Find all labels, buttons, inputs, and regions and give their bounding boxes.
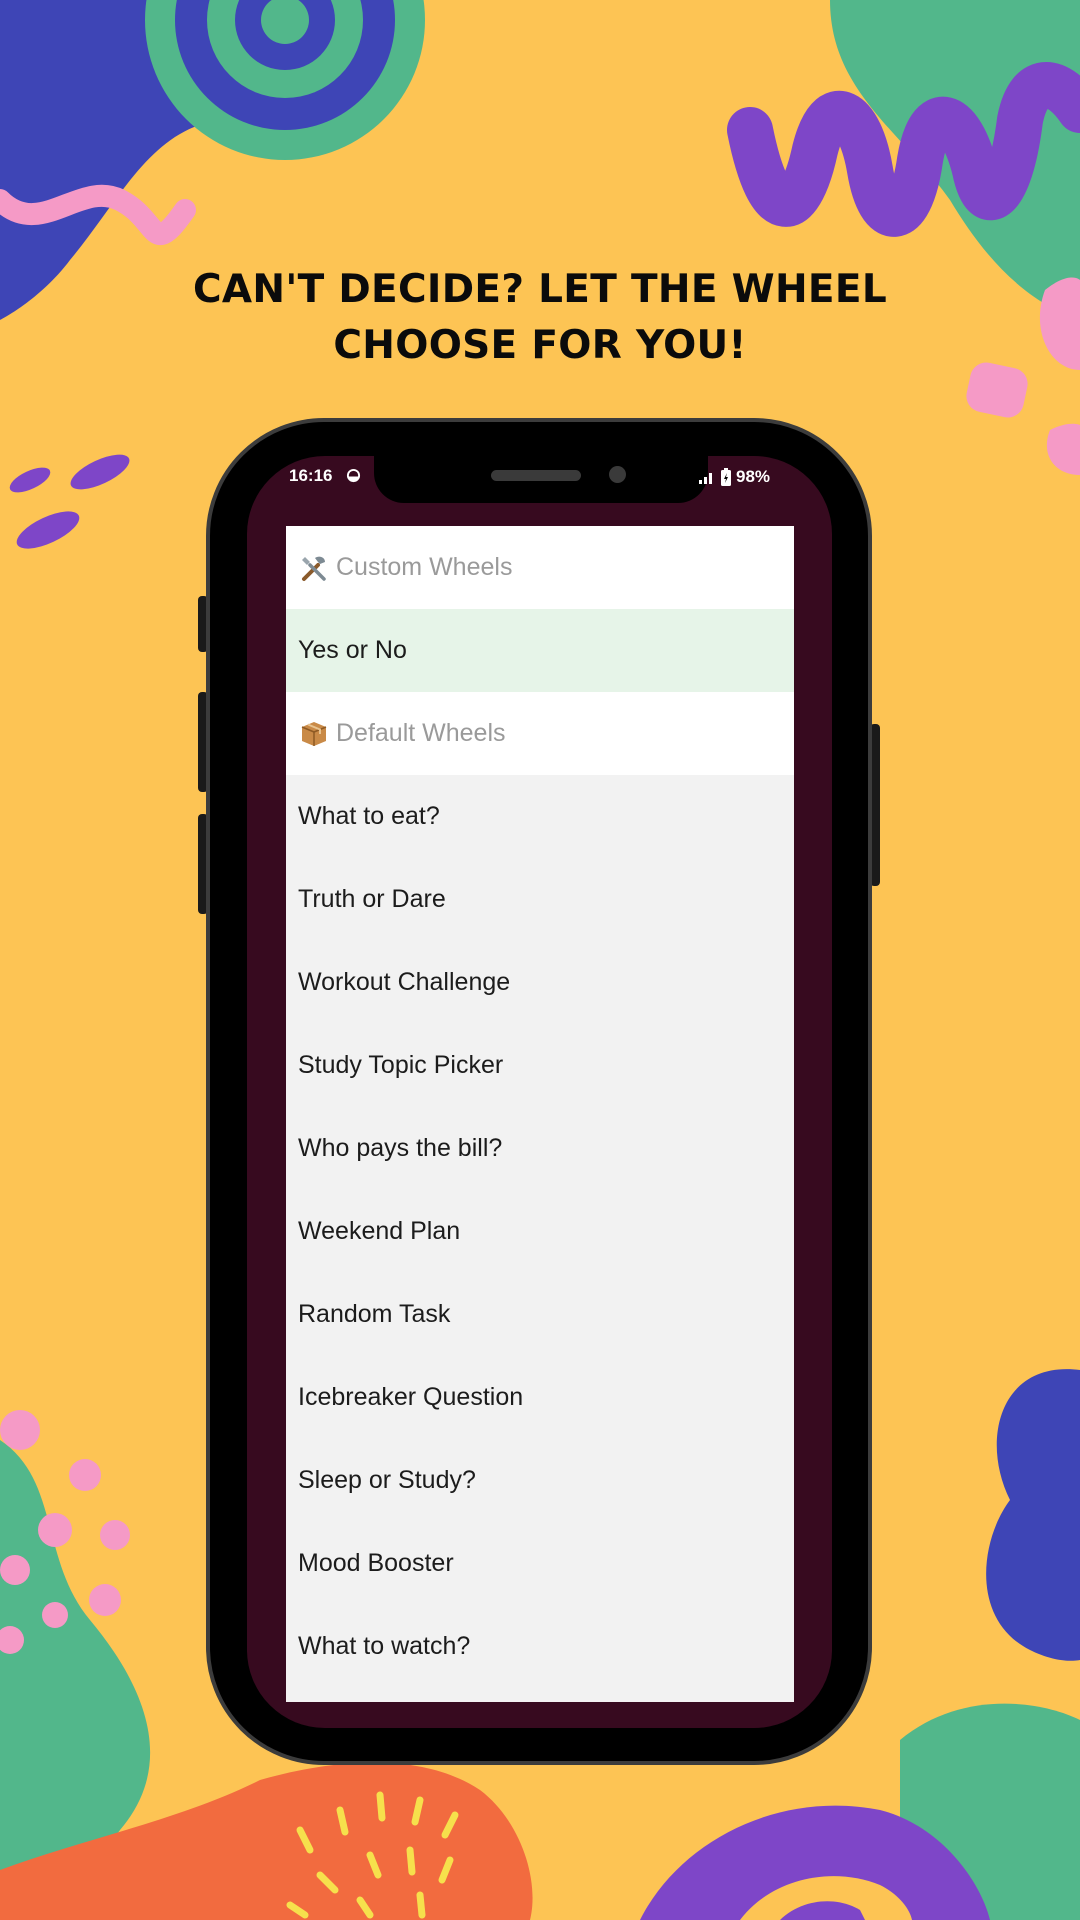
headline-line-1: CAN'T DECIDE? LET THE WHEEL	[193, 267, 887, 312]
wheel-select-menu: Custom Wheels Yes or No Default Wheels W…	[286, 526, 794, 1702]
list-item-label: Study Topic Picker	[298, 1051, 504, 1079]
status-right: 98%	[698, 466, 770, 488]
list-item-label: Truth or Dare	[298, 885, 446, 913]
list-item-label: Mood Booster	[298, 1549, 454, 1577]
phone-speaker	[491, 470, 581, 481]
list-item-label: Random Task	[298, 1300, 451, 1328]
list-item-label: Yes or No	[298, 636, 407, 664]
list-item-study-topic-picker[interactable]: Study Topic Picker	[286, 1024, 794, 1107]
list-item-icebreaker-question[interactable]: Icebreaker Question	[286, 1356, 794, 1439]
notification-icon	[346, 468, 361, 483]
list-item-label: Weekend Plan	[298, 1217, 461, 1245]
list-item-label: Sleep or Study?	[298, 1466, 476, 1494]
package-icon	[301, 721, 327, 746]
signal-icon	[699, 473, 712, 484]
custom-wheels-label: Custom Wheels	[336, 553, 513, 581]
headline-line-2: CHOOSE FOR YOU!	[333, 323, 747, 368]
status-time: 16:16	[289, 466, 333, 485]
custom-wheels-header: Custom Wheels	[286, 526, 794, 609]
battery-percent: 98%	[736, 467, 771, 486]
list-item-what-to-eat[interactable]: What to eat?	[286, 775, 794, 858]
list-item-label: What to watch?	[298, 1632, 471, 1660]
tools-icon	[302, 556, 326, 581]
list-item-workout-challenge[interactable]: Workout Challenge	[286, 941, 794, 1024]
list-item-what-to-watch[interactable]: What to watch?	[286, 1605, 794, 1688]
battery-icon	[721, 468, 731, 486]
phone-camera	[609, 466, 626, 483]
list-item-label: What to eat?	[298, 802, 440, 830]
list-item-yes-or-no[interactable]: Yes or No	[286, 609, 794, 692]
list-item-label: Workout Challenge	[298, 968, 511, 996]
default-wheels-label: Default Wheels	[336, 719, 506, 747]
list-item-weekend-plan[interactable]: Weekend Plan	[286, 1190, 794, 1273]
list-item-mood-booster[interactable]: Mood Booster	[286, 1522, 794, 1605]
default-wheels-header: Default Wheels	[286, 692, 794, 775]
list-item-random-task[interactable]: Random Task	[286, 1273, 794, 1356]
list-item-sleep-or-study[interactable]: Sleep or Study?	[286, 1439, 794, 1522]
list-item-truth-or-dare[interactable]: Truth or Dare	[286, 858, 794, 941]
headline: CAN'T DECIDE? LET THE WHEEL CHOOSE FOR Y…	[140, 262, 940, 374]
list-item-who-pays-the-bill[interactable]: Who pays the bill?	[286, 1107, 794, 1190]
list-item-label: Icebreaker Question	[298, 1383, 524, 1411]
list-item-label: Who pays the bill?	[298, 1134, 503, 1162]
